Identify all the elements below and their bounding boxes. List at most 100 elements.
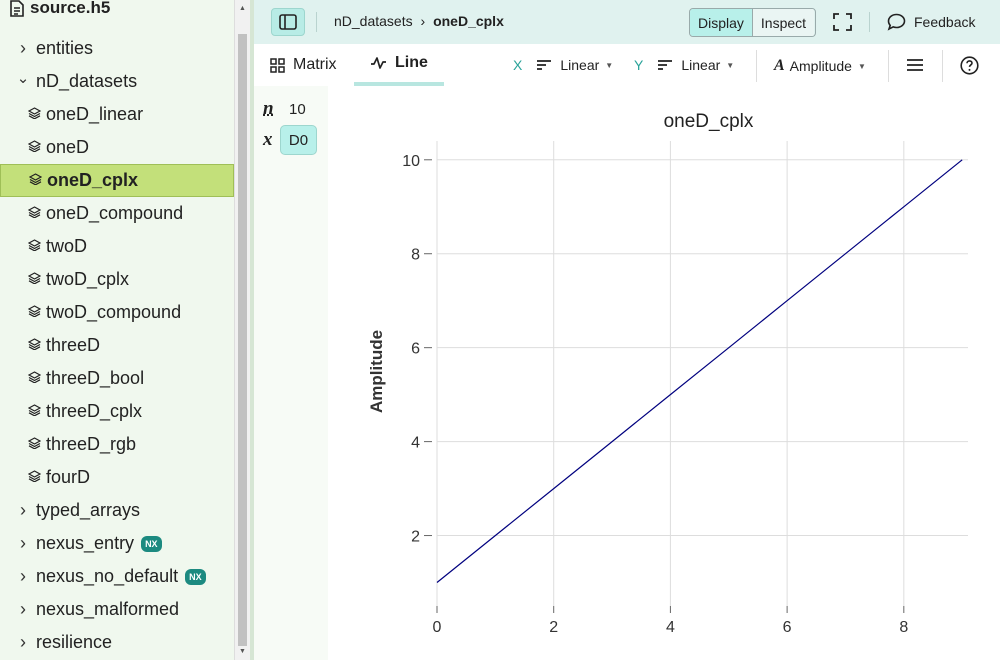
matrix-icon — [270, 58, 285, 73]
tab-matrix[interactable]: Matrix — [270, 44, 360, 86]
feedback-icon — [887, 13, 906, 31]
sidebar-item-label: threeD — [46, 335, 100, 356]
x-tick-label: 4 — [666, 619, 675, 636]
dataset-layers-icon — [28, 272, 42, 287]
dataset-layers-icon — [28, 239, 42, 254]
sidebar-item-nexus-no-default[interactable]: › nexus_no_default NX — [0, 560, 234, 593]
breadcrumb: nD_datasets › oneD_cplx — [334, 13, 504, 29]
sidebar-item-label: threeD_bool — [46, 368, 144, 389]
dataset-layers-icon — [28, 470, 42, 485]
menu-icon[interactable] — [906, 58, 924, 72]
chevron-right-icon: › — [16, 632, 30, 653]
breadcrumb-separator: › — [421, 13, 426, 29]
y-scale-selector[interactable]: Y Linear ▼ — [634, 57, 734, 73]
scroll-thumb[interactable] — [238, 34, 247, 646]
sidebar-item-nexus-malformed[interactable]: › nexus_malformed — [0, 593, 234, 626]
sidebar-item-nd-datasets[interactable]: ⌄ nD_datasets — [0, 65, 234, 98]
topbar-separator — [316, 12, 317, 32]
complex-mode-selector[interactable]: A Amplitude ▼ — [774, 57, 866, 75]
sidebar-item-threed-cplx[interactable]: threeD_cplx — [0, 395, 234, 428]
sidebar-item-label: nexus_no_default — [36, 566, 178, 587]
help-icon[interactable] — [960, 56, 979, 75]
topbar-separator-2 — [869, 12, 870, 32]
file-icon — [10, 0, 24, 17]
scroll-down-icon[interactable]: ▼ — [235, 645, 250, 659]
sidebar-item-twod-cplx[interactable]: twoD_cplx — [0, 263, 234, 296]
toolbar-separator — [756, 50, 757, 82]
sidebar-item-oned[interactable]: oneD — [0, 131, 234, 164]
sidebar-item-threed-bool[interactable]: threeD_bool — [0, 362, 234, 395]
chart-title: oneD_cplx — [664, 111, 754, 132]
chevron-down-icon: ▼ — [605, 61, 613, 70]
feedback-button[interactable]: Feedback — [887, 13, 975, 31]
sidebar-item-label: oneD_linear — [46, 104, 143, 125]
dataset-layers-icon — [28, 305, 42, 320]
sidebar-item-fourd[interactable]: fourD — [0, 461, 234, 494]
dim-x-value: D0 — [289, 132, 308, 149]
x-scale-selector[interactable]: X Linear ▼ — [513, 57, 613, 73]
dataset-layers-icon — [28, 338, 42, 353]
dim-n-label: n — [263, 98, 274, 120]
series-line-0[interactable] — [437, 160, 962, 583]
sidebar-item-label: nD_datasets — [36, 71, 137, 92]
sidebar-item-label: threeD_cplx — [46, 401, 142, 422]
tab-line-label: Line — [395, 54, 428, 72]
sidebar-item-nexus-entry[interactable]: › nexus_entry NX — [0, 527, 234, 560]
y-scale-value: Linear — [681, 57, 720, 73]
sidebar-item-twod[interactable]: twoD — [0, 230, 234, 263]
y-axis-label: Amplitude — [367, 330, 386, 413]
dataset-layers-icon — [28, 107, 42, 122]
chevron-down-icon: ⌄ — [16, 69, 30, 87]
sidebar-item-oned-compound[interactable]: oneD_compound — [0, 197, 234, 230]
dataset-layers-icon — [28, 140, 42, 155]
sidebar-item-oned-cplx[interactable]: oneD_cplx — [0, 164, 234, 197]
sidebar-scrollbar[interactable]: ▲ ▼ — [234, 0, 250, 660]
x-tick-label: 6 — [783, 619, 792, 636]
tab-line[interactable]: Line — [354, 44, 444, 86]
x-tick-label: 0 — [433, 619, 442, 636]
breadcrumb-current: oneD_cplx — [433, 13, 504, 29]
chevron-down-icon: ▼ — [858, 62, 866, 71]
feedback-label: Feedback — [914, 14, 975, 30]
dataset-layers-icon — [28, 404, 42, 419]
chevron-right-icon: › — [16, 566, 30, 587]
sidebar-item-label: twoD_compound — [46, 302, 181, 323]
complex-mode-value: Amplitude — [790, 58, 852, 74]
sidebar-toggle-icon — [279, 14, 297, 30]
sidebar-item-label: oneD — [46, 137, 89, 158]
sidebar-item-oned-linear[interactable]: oneD_linear — [0, 98, 234, 131]
scroll-up-icon[interactable]: ▲ — [235, 2, 250, 16]
visualization-toolbar: Matrix Line X Linear ▼ Y Linear ▼ A Ampl… — [254, 44, 1000, 86]
nexus-badge: NX — [185, 569, 206, 585]
dim-x-label: x — [263, 129, 273, 151]
file-header[interactable]: source.h5 — [10, 0, 110, 19]
sidebar-item-twod-compound[interactable]: twoD_compound — [0, 296, 234, 329]
sidebar-item-label: threeD_rgb — [46, 434, 136, 455]
line-chart-icon — [370, 56, 387, 70]
inspect-mode-button[interactable]: Inspect — [752, 9, 814, 36]
toolbar-separator-3 — [942, 50, 943, 82]
scale-icon — [536, 59, 552, 71]
breadcrumb-parent[interactable]: nD_datasets — [334, 13, 413, 29]
sidebar-item-entities[interactable]: › entities — [0, 32, 234, 65]
sidebar-item-resilience[interactable]: › resilience — [0, 626, 234, 659]
file-name: source.h5 — [30, 0, 110, 18]
y-tick-label: 2 — [411, 529, 420, 546]
dimension-mapper: n 10 x D0 — [254, 86, 328, 660]
display-mode-button[interactable]: Display — [690, 9, 752, 36]
dim-x-value-button[interactable]: D0 — [280, 125, 317, 155]
sidebar-item-threed-rgb[interactable]: threeD_rgb — [0, 428, 234, 461]
sidebar-item-label: oneD_compound — [46, 203, 183, 224]
chevron-right-icon: › — [16, 599, 30, 620]
fullscreen-icon[interactable] — [833, 13, 852, 31]
x-axis-letter: X — [513, 57, 522, 73]
sidebar-item-typed-arrays[interactable]: › typed_arrays — [0, 494, 234, 527]
chevron-right-icon: › — [16, 533, 30, 554]
nexus-badge: NX — [141, 536, 162, 552]
x-tick-label: 8 — [899, 619, 908, 636]
sidebar-toggle-button[interactable] — [271, 8, 305, 36]
sidebar-item-threed[interactable]: threeD — [0, 329, 234, 362]
dataset-layers-icon — [28, 206, 42, 221]
line-chart[interactable]: oneD_cplx 0 2 4 6 8 2 4 6 8 10 Amplitude — [328, 86, 1000, 660]
sidebar-item-label: resilience — [36, 632, 112, 653]
